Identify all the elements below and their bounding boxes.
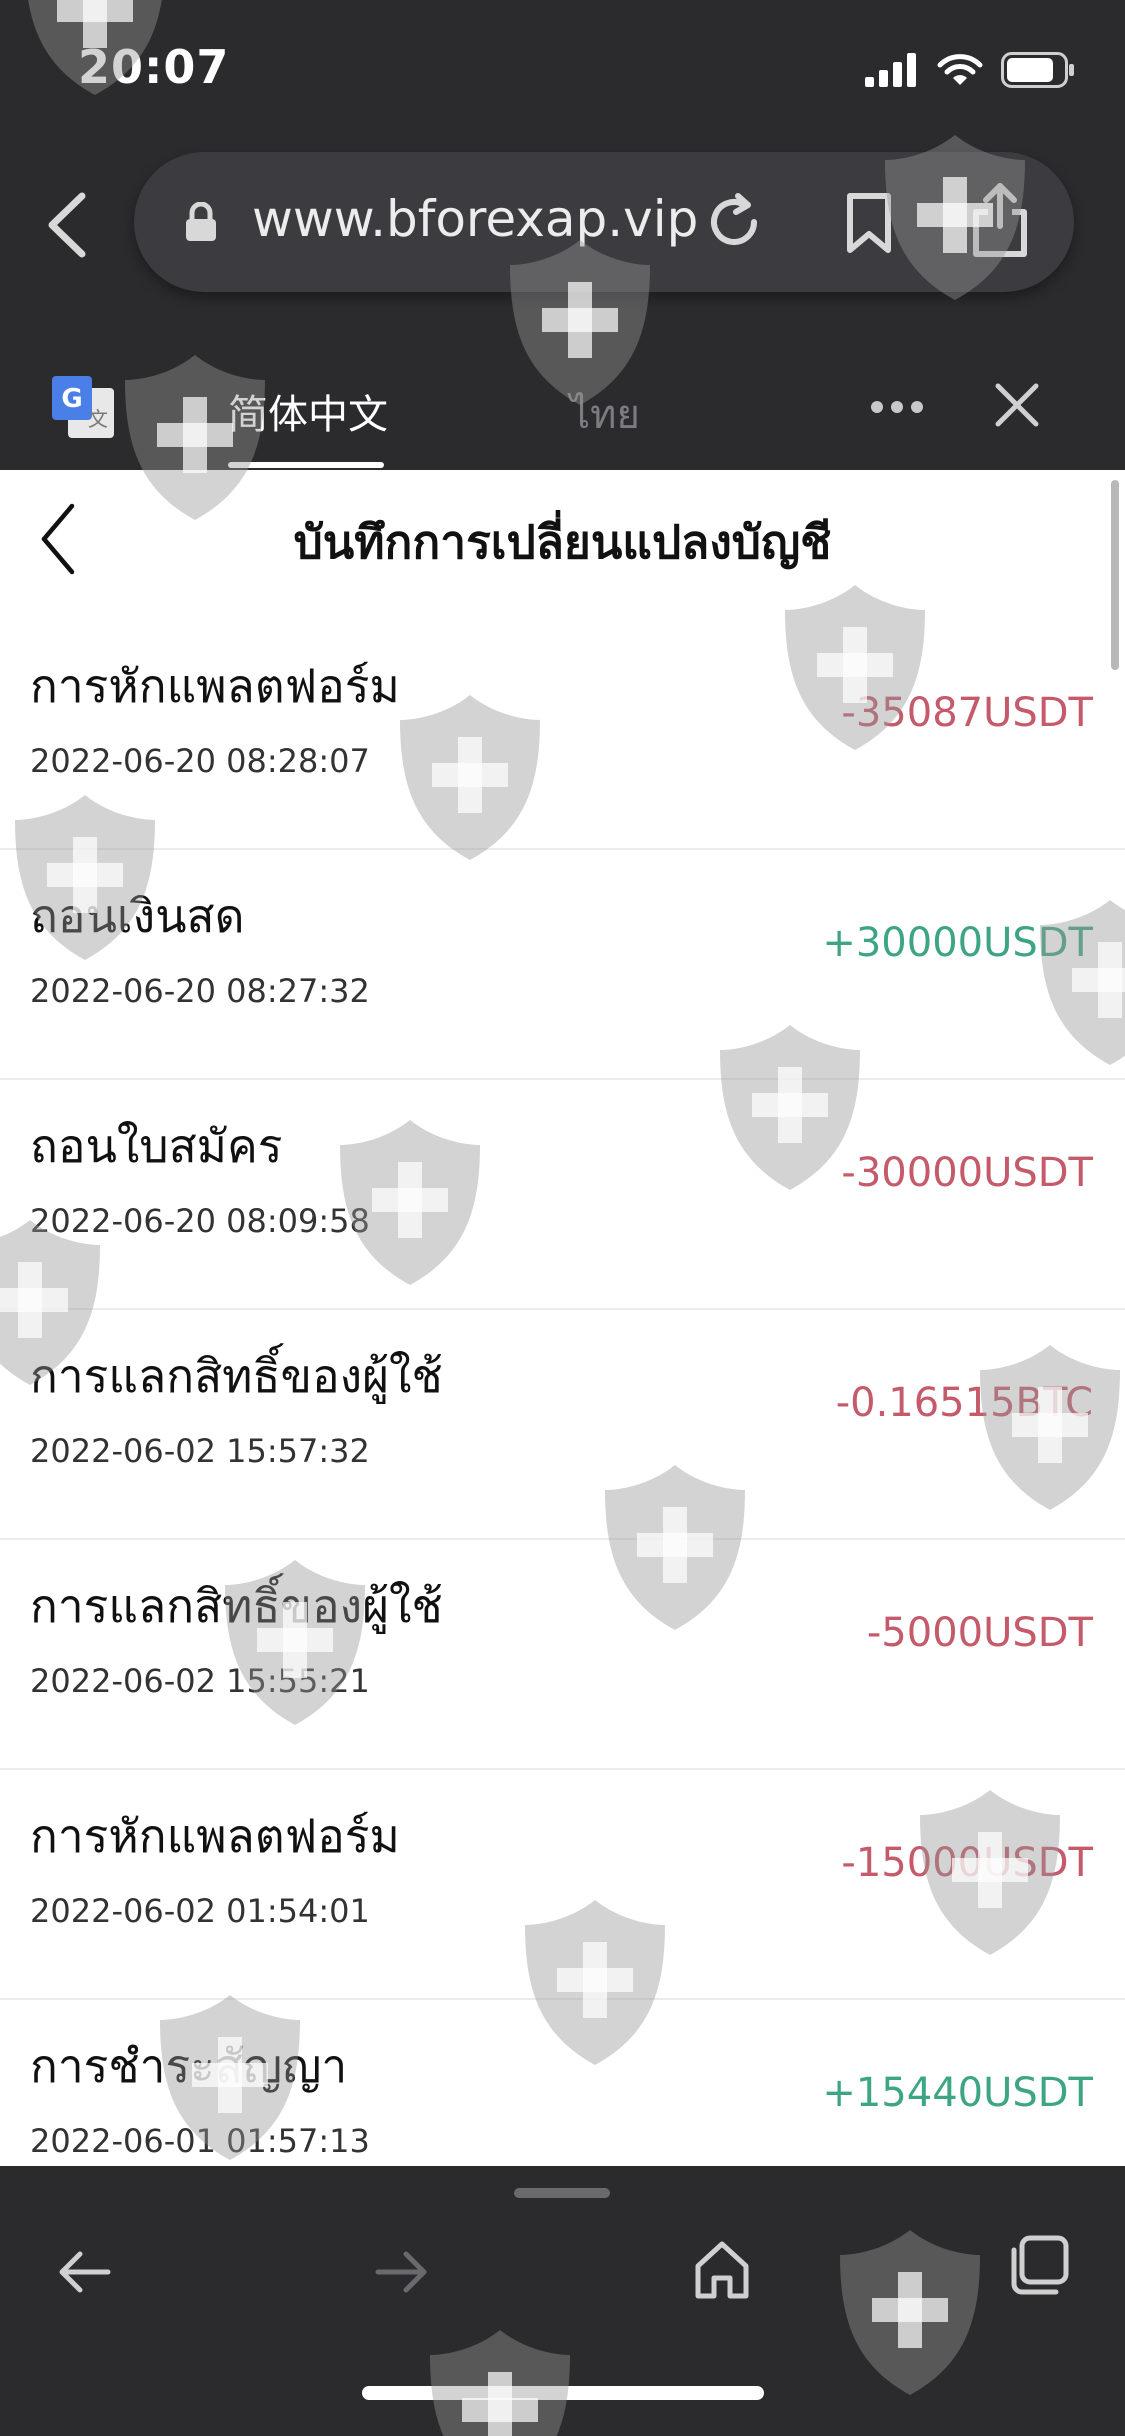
list-item[interactable]: การแลกสิทธิ์ของผู้ใช้ 2022-06-02 15:55:2… (0, 1540, 1125, 1770)
signal-icon (865, 53, 916, 87)
battery-icon (1001, 52, 1074, 88)
record-date: 2022-06-02 15:57:32 (30, 1432, 370, 1470)
status-icons (865, 48, 1075, 92)
more-icon[interactable] (870, 400, 924, 414)
record-title: ถอนใบสมัคร (30, 1119, 283, 1173)
back-arrow-icon[interactable] (56, 2248, 112, 2296)
home-icon[interactable] (694, 2240, 750, 2300)
share-icon[interactable] (970, 180, 1030, 258)
record-title: การหักแพลตฟอร์ม (30, 659, 400, 713)
bookmark-icon[interactable] (844, 192, 894, 254)
home-indicator (362, 2386, 764, 2400)
list-item[interactable]: ถอนใบสมัคร 2022-06-20 08:09:58 -30000USD… (0, 1080, 1125, 1310)
record-date: 2022-06-20 08:28:07 (30, 742, 370, 780)
tab-thai[interactable]: ไทย (570, 382, 640, 446)
wifi-icon (937, 54, 983, 85)
toolbar-grabber[interactable] (514, 2188, 610, 2198)
svg-text:文: 文 (88, 407, 108, 431)
list-item[interactable]: ถอนเงินสด 2022-06-20 08:27:32 +30000USDT (0, 850, 1125, 1080)
list-item[interactable]: การชำระสัญญา 2022-06-01 01:57:13 +15440U… (0, 2000, 1125, 2166)
record-amount: -30000USDT (841, 1150, 1093, 1196)
record-amount: +15440USDT (822, 2070, 1093, 2116)
browser-back-icon[interactable] (40, 190, 94, 260)
google-translate-icon[interactable]: G 文 (50, 374, 116, 440)
translate-bar: G 文 简体中文 ไทย (0, 340, 1125, 470)
url-text[interactable]: www.bforexap.vip (252, 190, 698, 248)
tab-simplified-chinese[interactable]: 简体中文 (228, 382, 388, 440)
record-date: 2022-06-01 01:57:13 (30, 2122, 370, 2160)
record-date: 2022-06-02 01:54:01 (30, 1892, 370, 1930)
list-item[interactable]: การหักแพลตฟอร์ม 2022-06-02 01:54:01 -150… (0, 1770, 1125, 2000)
browser-bottom-toolbar (0, 2166, 1125, 2436)
address-bar[interactable]: www.bforexap.vip (134, 152, 1074, 292)
record-title: ถอนเงินสด (30, 889, 245, 943)
record-title: การหักแพลตฟอร์ม (30, 1809, 400, 1863)
record-date: 2022-06-20 08:27:32 (30, 972, 370, 1010)
status-time: 20:07 (78, 40, 230, 94)
svg-text:G: G (61, 384, 82, 414)
forward-arrow-icon[interactable] (374, 2248, 430, 2296)
web-page: บันทึกการเปลี่ยนแปลงบัญชี การหักแพลตฟอร์… (0, 470, 1125, 2166)
page-header: บันทึกการเปลี่ยนแปลงบัญชี (0, 470, 1125, 600)
record-amount: -35087USDT (841, 690, 1093, 736)
lock-icon (186, 202, 216, 241)
record-title: การแลกสิทธิ์ของผู้ใช้ (30, 1579, 443, 1633)
reload-icon[interactable] (704, 192, 764, 252)
record-amount: -0.16515BTC (835, 1380, 1093, 1426)
account-records-list: การหักแพลตฟอร์ม 2022-06-20 08:28:07 -350… (0, 620, 1125, 2166)
browser-url-area: www.bforexap.vip (0, 140, 1125, 310)
list-item[interactable]: การหักแพลตฟอร์ม 2022-06-20 08:28:07 -350… (0, 620, 1125, 850)
record-amount: -15000USDT (841, 1840, 1093, 1886)
record-title: การแลกสิทธิ์ของผู้ใช้ (30, 1349, 443, 1403)
record-amount: +30000USDT (822, 920, 1093, 966)
record-date: 2022-06-20 08:09:58 (30, 1202, 370, 1240)
record-title: การชำระสัญญา (30, 2039, 348, 2093)
record-amount: -5000USDT (866, 1610, 1093, 1656)
list-item[interactable]: การแลกสิทธิ์ของผู้ใช้ 2022-06-02 15:57:3… (0, 1310, 1125, 1540)
close-icon[interactable] (994, 382, 1040, 428)
record-date: 2022-06-02 15:55:21 (30, 1662, 370, 1700)
page-title: บันทึกการเปลี่ยนแปลงบัญชี (293, 515, 832, 569)
active-tab-indicator (228, 462, 384, 468)
tabs-icon[interactable] (1006, 2234, 1070, 2298)
status-bar: 20:07 (0, 0, 1125, 140)
